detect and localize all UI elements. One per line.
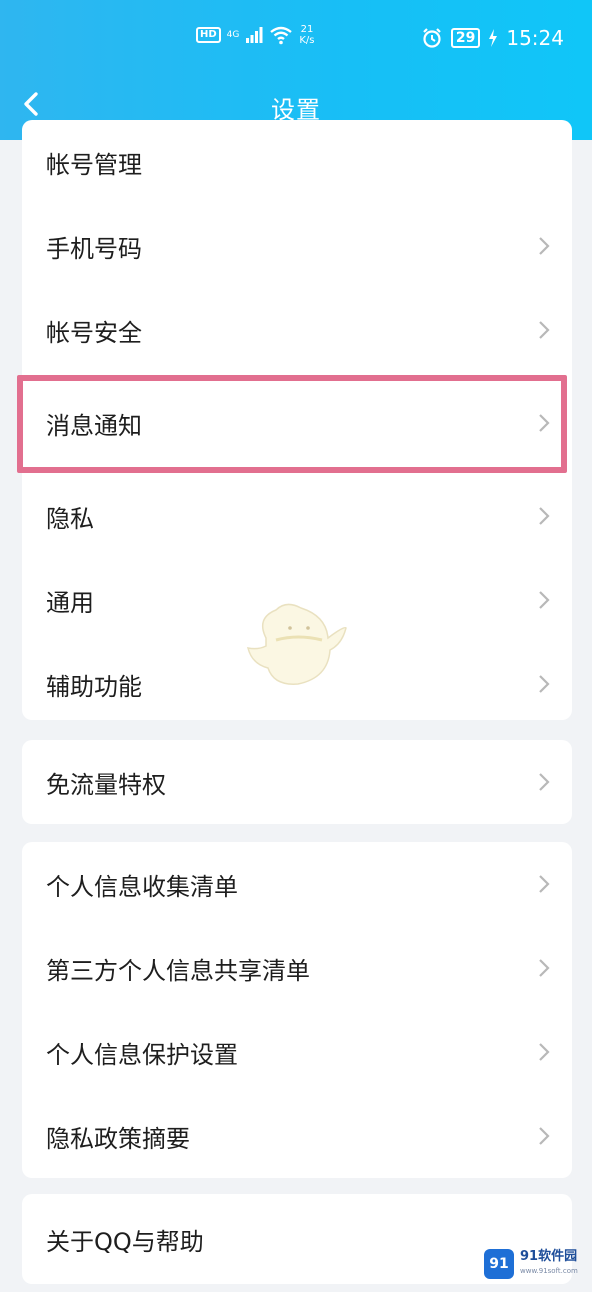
mascot-watermark [246, 603, 347, 685]
row-label: 隐私 [46, 504, 94, 533]
chevron-right-icon [539, 1127, 550, 1145]
site-name-block: 91软件园 www.91soft.com [520, 1250, 578, 1278]
row-third-party-sharing[interactable]: 第三方个人信息共享清单 [22, 926, 572, 1010]
site-watermark: 91 91软件园 www.91soft.com [484, 1246, 584, 1282]
status-icons: HD 4G 21 K/s [196, 24, 315, 46]
hd-badge: HD [196, 27, 221, 43]
alarm-icon [423, 28, 441, 48]
row-account-management[interactable]: 帐号管理 [22, 120, 572, 204]
site-logo-text: 91 [489, 1256, 509, 1272]
row-label: 个人信息收集清单 [46, 872, 238, 901]
chevron-right-icon [539, 675, 550, 693]
speed-value: 21 [300, 24, 314, 35]
chevron-right-icon [539, 1043, 550, 1061]
network-speed: 21 K/s [299, 24, 314, 46]
settings-group-data: 免流量特权 [22, 740, 572, 824]
chevron-right-icon [539, 773, 550, 791]
site-url: www.91soft.com [520, 1267, 578, 1275]
network-type: 4G [226, 30, 240, 40]
row-label: 免流量特权 [46, 770, 166, 799]
row-personal-info-collection[interactable]: 个人信息收集清单 [22, 842, 572, 926]
row-label: 关于QQ与帮助 [46, 1227, 204, 1256]
row-label: 手机号码 [46, 234, 142, 263]
row-phone-number[interactable]: 手机号码 [22, 204, 572, 288]
chevron-right-icon [539, 959, 550, 977]
row-privacy-policy-summary[interactable]: 隐私政策摘要 [22, 1094, 572, 1178]
row-personal-info-protection[interactable]: 个人信息保护设置 [22, 1010, 572, 1094]
row-privacy[interactable]: 隐私 [22, 474, 572, 558]
row-label: 通用 [46, 588, 94, 617]
signal-icon [246, 27, 263, 43]
chevron-right-icon [539, 507, 550, 525]
chevron-right-icon [539, 237, 550, 255]
row-label: 帐号安全 [46, 318, 142, 347]
row-label: 隐私政策摘要 [46, 1124, 190, 1153]
charging-icon [489, 29, 498, 47]
battery-indicator: 29 [450, 28, 481, 48]
row-label: 辅助功能 [46, 672, 142, 701]
row-label: 帐号管理 [46, 150, 142, 179]
row-account-security[interactable]: 帐号安全 [22, 288, 572, 372]
site-logo-icon: 91 [484, 1249, 514, 1279]
row-data-free-privilege[interactable]: 免流量特权 [22, 740, 572, 824]
chevron-right-icon [539, 875, 550, 893]
row-label: 个人信息保护设置 [46, 1040, 238, 1069]
row-label: 第三方个人信息共享清单 [46, 956, 310, 985]
settings-group-personal-info: 个人信息收集清单 第三方个人信息共享清单 个人信息保护设置 隐私政策摘要 [22, 842, 572, 1178]
speed-unit: K/s [299, 35, 315, 46]
status-right: 29 15:24 [421, 26, 564, 50]
status-bar: HD 4G 21 K/s 29 15:24 [0, 0, 592, 70]
site-name: 91软件园 [520, 1249, 578, 1264]
chevron-right-icon [539, 321, 550, 339]
highlight-frame [17, 375, 567, 473]
wifi-icon [270, 26, 293, 45]
chevron-right-icon [539, 591, 550, 609]
clock: 15:24 [506, 26, 564, 50]
